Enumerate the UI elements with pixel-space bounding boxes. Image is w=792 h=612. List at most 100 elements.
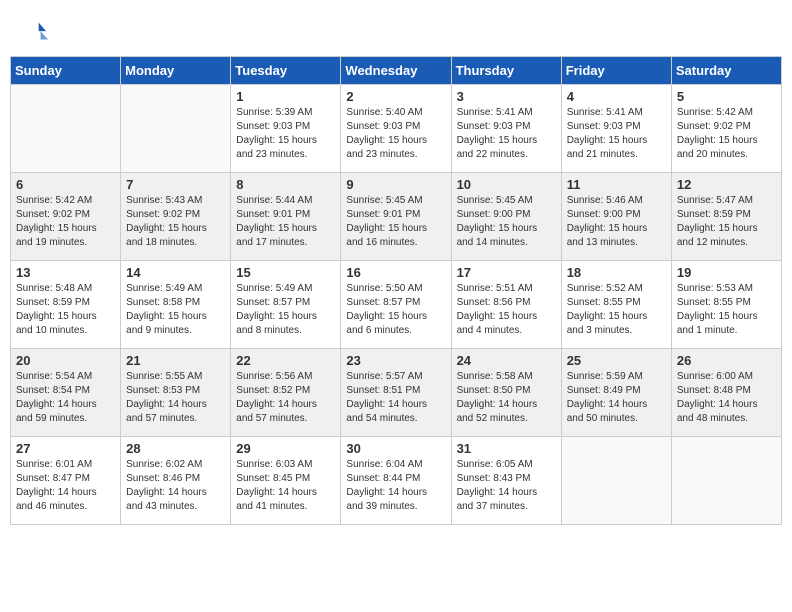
day-number: 24 xyxy=(457,353,556,368)
calendar-day-cell: 9Sunrise: 5:45 AMSunset: 9:01 PMDaylight… xyxy=(341,173,451,261)
day-info: Sunrise: 6:05 AMSunset: 8:43 PMDaylight:… xyxy=(457,458,556,514)
day-info: Sunrise: 5:50 AMSunset: 8:57 PMDaylight:… xyxy=(346,282,445,338)
day-number: 18 xyxy=(567,265,666,280)
calendar-week-row: 1 Sunrise: 5:39 AMSunset: 9:03 PMDaylight… xyxy=(11,85,782,173)
calendar-day-cell: 22Sunrise: 5:56 AMSunset: 8:52 PMDayligh… xyxy=(231,349,341,437)
day-number: 30 xyxy=(346,441,445,456)
calendar-empty-cell xyxy=(561,437,671,525)
calendar-day-cell: 15 Sunrise: 5:49 AMSunset: 8:57 PMDayligh… xyxy=(231,261,341,349)
day-info: Sunrise: 5:45 AMSunset: 9:01 PMDaylight:… xyxy=(346,194,445,250)
weekday-header-saturday: Saturday xyxy=(671,57,781,85)
calendar-day-cell: 17 Sunrise: 5:51 AMSunset: 8:56 PMDayligh… xyxy=(451,261,561,349)
calendar-day-cell: 29 Sunrise: 6:03 AMSunset: 8:45 PMDayligh… xyxy=(231,437,341,525)
day-info: Sunrise: 5:52 AMSunset: 8:55 PMDaylight:… xyxy=(567,282,666,338)
weekday-header-thursday: Thursday xyxy=(451,57,561,85)
calendar-day-cell: 27 Sunrise: 6:01 AMSunset: 8:47 PMDayligh… xyxy=(11,437,121,525)
day-info: Sunrise: 5:55 AMSunset: 8:53 PMDaylight:… xyxy=(126,370,225,426)
day-number: 29 xyxy=(236,441,335,456)
day-number: 23 xyxy=(346,353,445,368)
calendar-day-cell: 3 Sunrise: 5:41 AMSunset: 9:03 PMDaylight… xyxy=(451,85,561,173)
calendar-day-cell: 4 Sunrise: 5:41 AMSunset: 9:03 PMDaylight… xyxy=(561,85,671,173)
calendar-day-cell: 21Sunrise: 5:55 AMSunset: 8:53 PMDayligh… xyxy=(121,349,231,437)
weekday-header-sunday: Sunday xyxy=(11,57,121,85)
calendar-day-cell: 6 Sunrise: 5:42 AMSunset: 9:02 PMDaylight… xyxy=(11,173,121,261)
weekday-header-wednesday: Wednesday xyxy=(341,57,451,85)
day-info: Sunrise: 5:57 AMSunset: 8:51 PMDaylight:… xyxy=(346,370,445,426)
day-info: Sunrise: 5:41 AMSunset: 9:03 PMDaylight:… xyxy=(457,106,556,162)
day-info: Sunrise: 5:49 AMSunset: 8:58 PMDaylight:… xyxy=(126,282,225,338)
day-info: Sunrise: 5:42 AMSunset: 9:02 PMDaylight:… xyxy=(677,106,776,162)
day-number: 27 xyxy=(16,441,115,456)
day-info: Sunrise: 5:46 AMSunset: 9:00 PMDaylight:… xyxy=(567,194,666,250)
day-number: 19 xyxy=(677,265,776,280)
calendar-week-row: 27 Sunrise: 6:01 AMSunset: 8:47 PMDayligh… xyxy=(11,437,782,525)
day-number: 1 xyxy=(236,89,335,104)
day-info: Sunrise: 5:41 AMSunset: 9:03 PMDaylight:… xyxy=(567,106,666,162)
day-number: 12 xyxy=(677,177,776,192)
calendar-day-cell: 20Sunrise: 5:54 AMSunset: 8:54 PMDayligh… xyxy=(11,349,121,437)
day-number: 10 xyxy=(457,177,556,192)
weekday-header-monday: Monday xyxy=(121,57,231,85)
day-info: Sunrise: 5:44 AMSunset: 9:01 PMDaylight:… xyxy=(236,194,335,250)
day-number: 31 xyxy=(457,441,556,456)
day-info: Sunrise: 5:45 AMSunset: 9:00 PMDaylight:… xyxy=(457,194,556,250)
calendar-day-cell: 7 Sunrise: 5:43 AMSunset: 9:02 PMDaylight… xyxy=(121,173,231,261)
calendar-day-cell: 8 Sunrise: 5:44 AMSunset: 9:01 PMDaylight… xyxy=(231,173,341,261)
day-number: 22 xyxy=(236,353,335,368)
weekday-header-friday: Friday xyxy=(561,57,671,85)
day-number: 8 xyxy=(236,177,335,192)
calendar-day-cell: 30 Sunrise: 6:04 AMSunset: 8:44 PMDayligh… xyxy=(341,437,451,525)
weekday-header-row: SundayMondayTuesdayWednesdayThursdayFrid… xyxy=(11,57,782,85)
logo-icon xyxy=(20,18,48,46)
calendar-day-cell: 16 Sunrise: 5:50 AMSunset: 8:57 PMDayligh… xyxy=(341,261,451,349)
day-number: 25 xyxy=(567,353,666,368)
calendar-empty-cell xyxy=(121,85,231,173)
day-number: 7 xyxy=(126,177,225,192)
day-info: Sunrise: 5:49 AMSunset: 8:57 PMDaylight:… xyxy=(236,282,335,338)
page-header xyxy=(10,10,782,50)
day-info: Sunrise: 6:00 AMSunset: 8:48 PMDaylight:… xyxy=(677,370,776,426)
calendar-day-cell: 10 Sunrise: 5:45 AMSunset: 9:00 PMDayligh… xyxy=(451,173,561,261)
day-info: Sunrise: 5:59 AMSunset: 8:49 PMDaylight:… xyxy=(567,370,666,426)
calendar-day-cell: 31 Sunrise: 6:05 AMSunset: 8:43 PMDayligh… xyxy=(451,437,561,525)
calendar-week-row: 6 Sunrise: 5:42 AMSunset: 9:02 PMDaylight… xyxy=(11,173,782,261)
day-number: 14 xyxy=(126,265,225,280)
calendar-day-cell: 1 Sunrise: 5:39 AMSunset: 9:03 PMDaylight… xyxy=(231,85,341,173)
day-info: Sunrise: 5:51 AMSunset: 8:56 PMDaylight:… xyxy=(457,282,556,338)
calendar-day-cell: 12Sunrise: 5:47 AMSunset: 8:59 PMDayligh… xyxy=(671,173,781,261)
day-info: Sunrise: 6:01 AMSunset: 8:47 PMDaylight:… xyxy=(16,458,115,514)
day-number: 15 xyxy=(236,265,335,280)
day-info: Sunrise: 5:48 AMSunset: 8:59 PMDaylight:… xyxy=(16,282,115,338)
day-info: Sunrise: 5:58 AMSunset: 8:50 PMDaylight:… xyxy=(457,370,556,426)
day-info: Sunrise: 6:03 AMSunset: 8:45 PMDaylight:… xyxy=(236,458,335,514)
weekday-header-tuesday: Tuesday xyxy=(231,57,341,85)
day-info: Sunrise: 5:43 AMSunset: 9:02 PMDaylight:… xyxy=(126,194,225,250)
day-number: 16 xyxy=(346,265,445,280)
day-number: 6 xyxy=(16,177,115,192)
day-number: 13 xyxy=(16,265,115,280)
day-info: Sunrise: 5:42 AMSunset: 9:02 PMDaylight:… xyxy=(16,194,115,250)
day-info: Sunrise: 5:54 AMSunset: 8:54 PMDaylight:… xyxy=(16,370,115,426)
calendar-day-cell: 18 Sunrise: 5:52 AMSunset: 8:55 PMDayligh… xyxy=(561,261,671,349)
calendar-empty-cell xyxy=(11,85,121,173)
day-number: 4 xyxy=(567,89,666,104)
day-info: Sunrise: 5:39 AMSunset: 9:03 PMDaylight:… xyxy=(236,106,335,162)
day-number: 28 xyxy=(126,441,225,456)
day-info: Sunrise: 6:04 AMSunset: 8:44 PMDaylight:… xyxy=(346,458,445,514)
calendar-day-cell: 14 Sunrise: 5:49 AMSunset: 8:58 PMDayligh… xyxy=(121,261,231,349)
day-number: 3 xyxy=(457,89,556,104)
calendar-table: SundayMondayTuesdayWednesdayThursdayFrid… xyxy=(10,56,782,525)
day-number: 5 xyxy=(677,89,776,104)
calendar-empty-cell xyxy=(671,437,781,525)
day-info: Sunrise: 6:02 AMSunset: 8:46 PMDaylight:… xyxy=(126,458,225,514)
day-number: 26 xyxy=(677,353,776,368)
calendar-day-cell: 11Sunrise: 5:46 AMSunset: 9:00 PMDayligh… xyxy=(561,173,671,261)
calendar-day-cell: 5 Sunrise: 5:42 AMSunset: 9:02 PMDaylight… xyxy=(671,85,781,173)
calendar-body: 1 Sunrise: 5:39 AMSunset: 9:03 PMDaylight… xyxy=(11,85,782,525)
day-number: 17 xyxy=(457,265,556,280)
calendar-day-cell: 26 Sunrise: 6:00 AMSunset: 8:48 PMDayligh… xyxy=(671,349,781,437)
day-info: Sunrise: 5:53 AMSunset: 8:55 PMDaylight:… xyxy=(677,282,776,338)
calendar-day-cell: 13 Sunrise: 5:48 AMSunset: 8:59 PMDayligh… xyxy=(11,261,121,349)
day-number: 2 xyxy=(346,89,445,104)
calendar-day-cell: 25 Sunrise: 5:59 AMSunset: 8:49 PMDayligh… xyxy=(561,349,671,437)
